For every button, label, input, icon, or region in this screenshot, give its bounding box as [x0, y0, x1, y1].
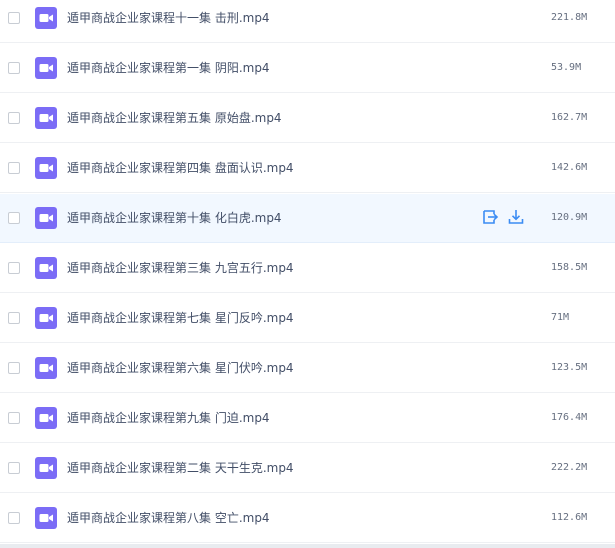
file-list: 遁甲商战企业家课程十一集 击刑.mp4 221.8M 遁甲商战企业家课程第一集 阴…: [0, 0, 615, 548]
file-size: 123.5M: [551, 362, 588, 373]
file-name[interactable]: 遁甲商战企业家课程十一集 击刑.mp4: [67, 10, 270, 26]
row-checkbox[interactable]: [8, 462, 20, 474]
list-bottom-divider: [0, 544, 615, 548]
row-checkbox[interactable]: [8, 62, 20, 74]
file-size: 162.7M: [551, 112, 588, 123]
file-row[interactable]: 遁甲商战企业家课程第九集 门迫.mp4 176.4M: [0, 394, 615, 443]
row-checkbox[interactable]: [8, 212, 20, 224]
file-name[interactable]: 遁甲商战企业家课程第九集 门迫.mp4: [67, 410, 270, 426]
row-checkbox[interactable]: [8, 112, 20, 124]
file-row[interactable]: 遁甲商战企业家课程第七集 星门反吟.mp4 71M: [0, 294, 615, 343]
file-size: 120.9M: [551, 212, 588, 223]
file-size: 53.9M: [551, 62, 582, 73]
row-checkbox[interactable]: [8, 162, 20, 174]
video-file-icon: [35, 357, 57, 379]
row-checkbox[interactable]: [8, 412, 20, 424]
file-row[interactable]: 遁甲商战企业家课程第八集 空亡.mp4 112.6M: [0, 494, 615, 543]
video-file-icon: [35, 307, 57, 329]
share-icon[interactable]: [481, 208, 499, 226]
file-size: 142.6M: [551, 162, 588, 173]
video-file-icon: [35, 157, 57, 179]
file-name[interactable]: 遁甲商战企业家课程第十集 化白虎.mp4: [67, 210, 282, 226]
file-name[interactable]: 遁甲商战企业家课程第二集 天干生克.mp4: [67, 460, 294, 476]
file-name[interactable]: 遁甲商战企业家课程第一集 阴阳.mp4: [67, 60, 270, 76]
file-row[interactable]: 遁甲商战企业家课程第六集 星门伏吟.mp4 123.5M: [0, 344, 615, 393]
file-row[interactable]: 遁甲商战企业家课程第三集 九宫五行.mp4 158.5M: [0, 244, 615, 293]
file-name[interactable]: 遁甲商战企业家课程第七集 星门反吟.mp4: [67, 310, 294, 326]
file-size: 112.6M: [551, 512, 588, 523]
video-file-icon: [35, 457, 57, 479]
row-checkbox[interactable]: [8, 12, 20, 24]
video-file-icon: [35, 507, 57, 529]
file-row[interactable]: 遁甲商战企业家课程第四集 盘面认识.mp4 142.6M: [0, 144, 615, 193]
file-name[interactable]: 遁甲商战企业家课程第四集 盘面认识.mp4: [67, 160, 294, 176]
file-size: 71M: [551, 312, 570, 323]
file-name[interactable]: 遁甲商战企业家课程第八集 空亡.mp4: [67, 510, 270, 526]
file-size: 158.5M: [551, 262, 588, 273]
file-size: 221.8M: [551, 12, 588, 23]
video-file-icon: [35, 257, 57, 279]
video-file-icon: [35, 7, 57, 29]
file-size: 222.2M: [551, 462, 588, 473]
video-file-icon: [35, 107, 57, 129]
row-checkbox[interactable]: [8, 512, 20, 524]
file-size: 176.4M: [551, 412, 588, 423]
video-file-icon: [35, 407, 57, 429]
file-row[interactable]: 遁甲商战企业家课程第二集 天干生克.mp4 222.2M: [0, 444, 615, 493]
file-name[interactable]: 遁甲商战企业家课程第三集 九宫五行.mp4: [67, 260, 294, 276]
file-name[interactable]: 遁甲商战企业家课程第五集 原始盘.mp4: [67, 110, 282, 126]
video-file-icon: [35, 207, 57, 229]
row-checkbox[interactable]: [8, 262, 20, 274]
file-row[interactable]: 遁甲商战企业家课程第五集 原始盘.mp4 162.7M: [0, 94, 615, 143]
video-file-icon: [35, 57, 57, 79]
row-checkbox[interactable]: [8, 362, 20, 374]
file-row[interactable]: 遁甲商战企业家课程第一集 阴阳.mp4 53.9M: [0, 44, 615, 93]
file-row[interactable]: 遁甲商战企业家课程十一集 击刑.mp4 221.8M: [0, 0, 615, 43]
file-name[interactable]: 遁甲商战企业家课程第六集 星门伏吟.mp4: [67, 360, 294, 376]
file-row[interactable]: 遁甲商战企业家课程第十集 化白虎.mp4 120.9M: [0, 194, 615, 243]
download-icon[interactable]: [507, 208, 525, 226]
row-checkbox[interactable]: [8, 312, 20, 324]
